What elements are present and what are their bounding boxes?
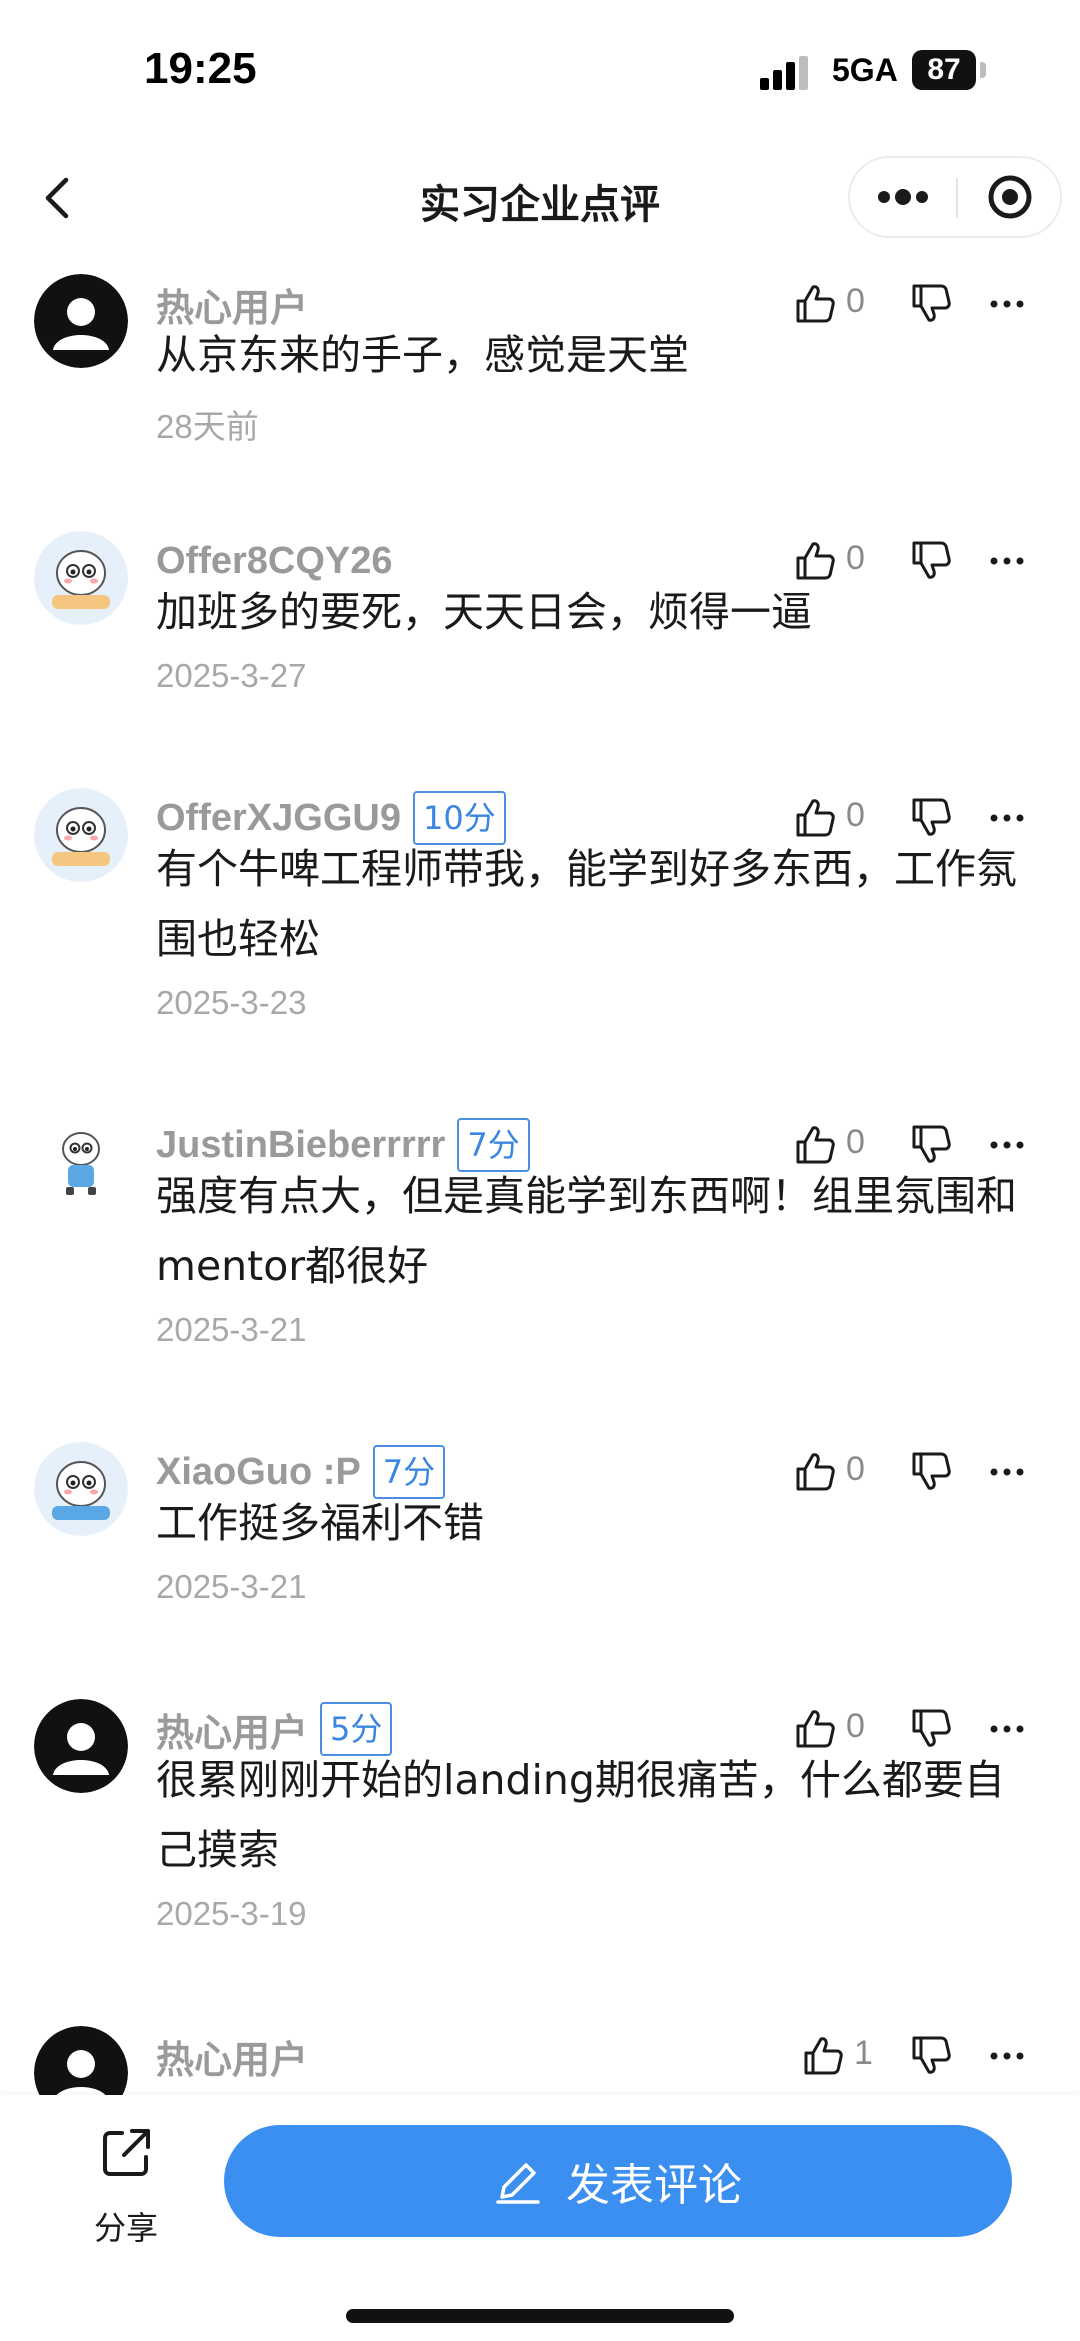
post-comment-label: 发表评论	[566, 2160, 742, 2211]
like-count: 0	[846, 796, 865, 834]
username-row: 热心用户	[156, 2026, 308, 2086]
like-count: 0	[846, 1123, 865, 1161]
comment-text: 工作挺多福利不错	[156, 1499, 484, 1547]
comment-date: 2025-3-21	[156, 1311, 307, 1348]
cartoon-mascot-avatar[interactable]	[34, 531, 128, 625]
like-button[interactable]: 1	[802, 2026, 912, 2086]
cartoon-mascot-avatar[interactable]	[34, 788, 128, 882]
cartoon-mascot-small-avatar[interactable]	[34, 1115, 128, 1209]
nav-bar: 实习企业点评	[0, 140, 1080, 260]
home-indicator	[346, 2309, 734, 2323]
signal-strength-icon	[760, 56, 808, 90]
comment-text: 很累刚刚开始的landing期很痛苦，什么都要自己摸索	[156, 1756, 1005, 1874]
comment-date: 2025-3-23	[156, 984, 307, 1021]
mini-program-capsule	[848, 156, 1062, 238]
status-bar: 19:25 5GA 87	[0, 0, 1080, 140]
default-user-avatar[interactable]	[34, 2026, 128, 2095]
comment-date: 28天前	[156, 408, 259, 445]
target-circle-icon[interactable]	[958, 158, 1062, 236]
share-button[interactable]: 分享	[76, 2125, 176, 2255]
share-icon	[103, 2129, 150, 2176]
comment-text: 从京东来的手子，感觉是天堂	[156, 331, 689, 379]
battery-cap	[980, 62, 986, 78]
like-count: 0	[846, 1450, 865, 1488]
like-count: 1	[854, 2034, 873, 2072]
username[interactable]: 热心用户	[156, 2029, 308, 2084]
comment-text: 有个牛啤工程师带我，能学到好多东西，工作氛围也轻松	[156, 845, 1017, 963]
comment-list[interactable]: 热心用户 0 从京东来的手子，感觉是天堂 28天前 Offer8CQY26 0 …	[0, 260, 1080, 2095]
more-horizontal-icon[interactable]	[982, 2026, 1032, 2086]
pencil-icon	[496, 2163, 540, 2204]
comment-date: 2025-3-21	[156, 1568, 307, 1605]
like-count: 0	[846, 282, 865, 320]
thumbs-up-icon	[804, 2037, 843, 2075]
post-comment-button[interactable]: 发表评论	[224, 2125, 1012, 2237]
default-user-avatar[interactable]	[34, 1699, 128, 1793]
share-label: 分享	[93, 2209, 158, 2247]
comment-text: 加班多的要死，天天日会，烦得一逼	[156, 588, 812, 636]
more-dots-icon[interactable]	[850, 158, 956, 236]
like-count: 0	[846, 539, 865, 577]
network-type: 5GA	[832, 52, 898, 88]
comment-date: 2025-3-19	[156, 1895, 307, 1932]
status-time: 19:25	[144, 44, 257, 93]
bottom-action-bar: 分享 发表评论	[0, 2095, 1080, 2341]
battery-icon: 87	[912, 50, 976, 90]
default-user-avatar[interactable]	[34, 274, 128, 368]
comment-text: 强度有点大，但是真能学到东西啊！组里氛围和mentor都很好	[156, 1172, 1017, 1290]
comment-date: 2025-3-27	[156, 657, 307, 694]
cartoon-mascot-avatar[interactable]	[34, 1442, 128, 1536]
thumbs-down-icon[interactable]	[906, 2026, 958, 2086]
like-count: 0	[846, 1707, 865, 1745]
